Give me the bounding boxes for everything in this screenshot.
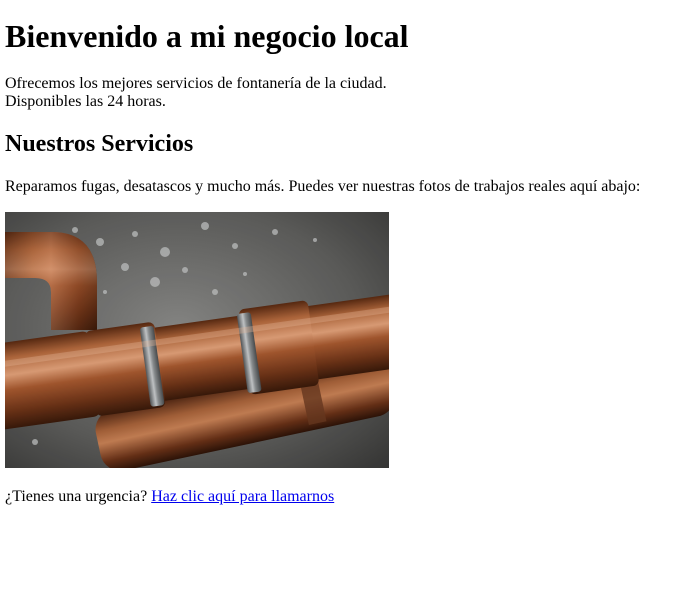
services-heading: Nuestros Servicios — [5, 131, 194, 157]
intro-line-availability: Disponibles las 24 horas. — [5, 93, 166, 110]
copper-pipes-photo — [5, 212, 389, 468]
page-title: Bienvenido a mi negocio local — [5, 18, 409, 54]
call-us-link[interactable]: Haz clic aquí para llamarnos — [151, 488, 334, 505]
page: Bienvenido a mi negocio local Ofrecemos … — [0, 0, 689, 604]
emergency-cta: ¿Tienes una urgencia? Haz clic aquí para… — [5, 488, 334, 506]
emergency-prompt: ¿Tienes una urgencia? — [5, 488, 148, 505]
services-description: Reparamos fugas, desatascos y mucho más.… — [5, 178, 641, 195]
intro-paragraph: Ofrecemos los mejores servicios de fonta… — [5, 75, 387, 111]
intro-line-services: Ofrecemos los mejores servicios de fonta… — [5, 75, 387, 92]
